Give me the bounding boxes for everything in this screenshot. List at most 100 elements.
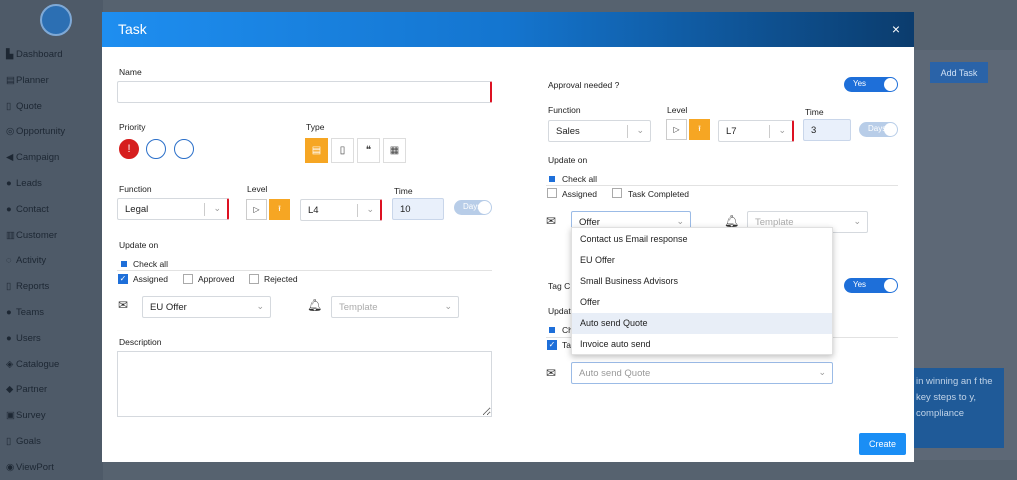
function-value: Legal (125, 204, 149, 215)
priority-label: Priority (119, 122, 146, 132)
sidebar-item-activity[interactable]: ◌ Activity (6, 255, 46, 269)
mail-icon: ✉ (118, 298, 129, 312)
sidebar-item-quote[interactable]: ▯ Quote (6, 101, 42, 115)
sidebar-item-opportunity[interactable]: ◎ Opportunity (6, 126, 65, 140)
sidebar-item-label: Survey (16, 410, 46, 422)
sidebar-item-catalogue[interactable]: ◈ Catalogue (6, 359, 59, 373)
create-button[interactable]: Create (859, 433, 906, 455)
approval-label: Approval needed ? (548, 80, 620, 90)
toggle-knob (884, 279, 897, 292)
approval-toggle-label: Yes (853, 79, 867, 88)
level-upload-icon[interactable]: ⭱ (269, 199, 290, 220)
sidebar-item-leads[interactable]: ● Leads (6, 178, 42, 192)
sidebar-item-customer[interactable]: ▥Customer (6, 230, 57, 244)
assigned-checkbox[interactable]: ✓ (118, 274, 128, 284)
sidebar-item-label: Partner (16, 384, 48, 396)
chevron-down-icon: ⌄ (366, 204, 374, 214)
dropdown-option-highlighted[interactable]: Auto send Quote (572, 313, 832, 334)
rejected-checkbox[interactable] (249, 274, 259, 284)
assigned-label: Assigned (562, 189, 597, 199)
assigned-checkbox[interactable] (547, 188, 557, 198)
dropdown-option[interactable]: Offer (572, 292, 832, 313)
chevron-down-icon: ⌄ (444, 301, 452, 311)
email-template-select[interactable]: EU Offer ⌄ (142, 296, 271, 318)
opportunity-icon: ◎ (6, 126, 15, 138)
tag-toggle[interactable]: Yes (844, 278, 898, 293)
teams-icon: ● (6, 307, 12, 318)
sidebar: ▙ Dashboard ▤Planner ▯ Quote ◎ Opportunity ◀ Cam… (0, 0, 103, 480)
function-select[interactable]: Sales ⌄ (548, 120, 651, 142)
function-value: Sales (556, 126, 580, 137)
sidebar-item-survey[interactable]: ▣Survey (6, 410, 46, 424)
name-input[interactable] (117, 81, 492, 103)
approval-toggle[interactable]: Yes (844, 77, 898, 92)
sidebar-item-goals[interactable]: ▯ Goals (6, 436, 41, 450)
priority-high-icon[interactable]: ! (119, 139, 139, 159)
select-divider (204, 203, 205, 216)
tag-label: Tag C (548, 281, 571, 291)
check-all-link[interactable]: Check all (562, 174, 597, 184)
document-type-icon[interactable]: ▯ (331, 138, 354, 163)
chevron-down-icon: ⌄ (853, 216, 861, 226)
divider (546, 185, 898, 186)
bell-icon: 🔔︎ (724, 214, 740, 228)
dropdown-option[interactable]: Invoice auto send (572, 334, 832, 355)
level-select[interactable]: L7 ⌄ (718, 120, 794, 142)
sidebar-item-partner[interactable]: ◆ Partner (6, 384, 47, 398)
chat-type-icon[interactable]: ❝ (357, 138, 380, 163)
modal-title: Task (118, 21, 147, 37)
level-play-icon[interactable]: ▷ (666, 119, 687, 140)
sidebar-item-label: Dashboard (16, 49, 63, 60)
time-input[interactable]: 3 (803, 119, 851, 141)
time-label: Time (805, 107, 824, 117)
priority-medium-icon[interactable] (146, 139, 166, 159)
check-all-link[interactable]: Check all (133, 259, 168, 269)
template-select[interactable]: Template ⌄ (331, 296, 459, 318)
add-task-button[interactable]: Add Task (930, 62, 988, 83)
chevron-down-icon: ⌄ (636, 125, 644, 135)
sidebar-item-dashboard[interactable]: ▙ Dashboard (6, 49, 62, 63)
contact-icon: ● (6, 203, 12, 215)
level-play-icon[interactable]: ▷ (246, 199, 267, 220)
sidebar-item-teams[interactable]: ● Teams (6, 307, 44, 321)
time-label: Time (394, 186, 413, 196)
sidebar-item-planner[interactable]: ▤Planner (6, 75, 49, 89)
email-template-select-2[interactable]: Auto send Quote ⌄ (571, 362, 833, 384)
dropdown-option[interactable]: Contact us Email response (572, 229, 832, 250)
sidebar-item-viewport[interactable]: ◉ ViewPort (6, 462, 54, 476)
tag-toggle-label: Yes (853, 280, 867, 289)
approved-checkbox[interactable] (183, 274, 193, 284)
time-input[interactable]: 10 (392, 198, 444, 220)
level-upload-icon[interactable]: ⭱ (689, 119, 710, 140)
description-textarea[interactable] (117, 351, 492, 417)
sidebar-item-label: Opportunity (16, 126, 66, 138)
days-toggle[interactable]: Days (454, 200, 492, 215)
task-completed-checkbox[interactable] (612, 188, 622, 198)
sidebar-item-reports[interactable]: ▯ Reports (6, 281, 49, 295)
level-select[interactable]: L4 ⌄ (300, 199, 382, 221)
type-label: Type (306, 122, 325, 132)
priority-low-icon[interactable] (174, 139, 194, 159)
chevron-down-icon: ⌄ (778, 125, 786, 135)
select-divider (769, 125, 770, 138)
dropdown-option[interactable]: EU Offer (572, 250, 832, 271)
days-toggle[interactable]: Days (859, 122, 898, 137)
sidebar-item-users[interactable]: ● Users (6, 333, 41, 347)
close-icon[interactable]: × (892, 21, 900, 37)
bell-icon: 🔔︎ (307, 298, 323, 312)
update-on-label: Update on (119, 240, 159, 250)
level-value: L7 (726, 126, 737, 137)
sidebar-item-contact[interactable]: ● Contact (6, 204, 49, 218)
campaign-icon: ◀ (6, 152, 14, 164)
function-select[interactable]: Legal ⌄ (117, 198, 229, 220)
task-type-icon[interactable]: ▤ (305, 138, 328, 163)
sidebar-item-campaign[interactable]: ◀ Campaign (6, 152, 59, 166)
dropdown-option[interactable]: Small Business Advisors (572, 271, 832, 292)
sidebar-item-label: Contact (16, 203, 49, 215)
chevron-down-icon: ⌄ (818, 367, 826, 377)
calendar-type-icon[interactable]: ▦ (383, 138, 406, 163)
partner-icon: ◆ (6, 384, 14, 396)
assigned-checkbox-2[interactable]: ✓ (547, 340, 557, 350)
toggle-knob (478, 201, 491, 214)
sidebar-item-label: Quote (16, 100, 42, 112)
